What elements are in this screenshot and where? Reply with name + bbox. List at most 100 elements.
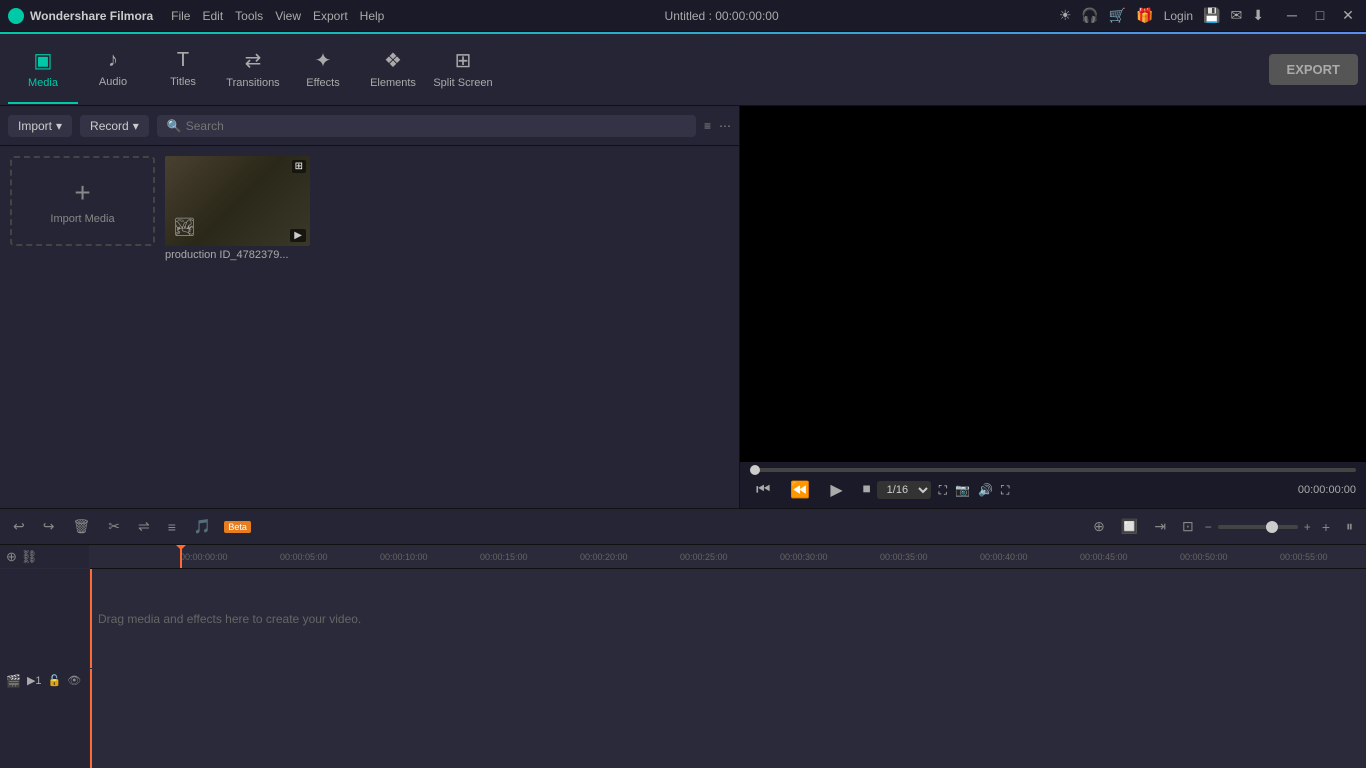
- delete-button[interactable]: 🗑: [67, 516, 95, 537]
- record-button[interactable]: Record ▾: [80, 115, 149, 137]
- link-icon[interactable]: ⛓: [21, 549, 38, 565]
- toolbar-transitions[interactable]: ⇄ Transitions: [218, 36, 288, 104]
- timeline-right: 00:00:00:00 00:00:05:00 00:00:10:00 00:0…: [90, 545, 1366, 768]
- video-eye-icon[interactable]: 👁: [67, 674, 81, 687]
- filter-icon[interactable]: ≡: [704, 119, 711, 133]
- ruler-tick-2: 00:00:10:00: [380, 552, 480, 562]
- zoom-plus-icon[interactable]: +: [1304, 520, 1311, 534]
- menu-export[interactable]: Export: [313, 9, 348, 23]
- redo-button[interactable]: ↪: [38, 516, 60, 537]
- video-playhead-line: [90, 569, 92, 668]
- import-media-label: Import Media: [50, 213, 114, 225]
- maximize-button[interactable]: □: [1310, 7, 1330, 24]
- video-track-label: ▶1: [27, 674, 42, 687]
- ripple-button[interactable]: ≡: [163, 517, 181, 537]
- audio-button[interactable]: 🎵: [189, 516, 216, 537]
- video-track-icon: 🎬: [6, 674, 21, 688]
- toolbar-titles[interactable]: T Titles: [148, 36, 218, 104]
- ruler-tick-11: 00:00:55:00: [1280, 552, 1366, 562]
- save-icon[interactable]: 💾: [1203, 7, 1220, 24]
- speed-selector[interactable]: 1/16: [877, 481, 931, 499]
- import-media-placeholder[interactable]: + Import Media: [10, 156, 155, 246]
- login-button[interactable]: Login: [1164, 9, 1193, 23]
- crop-icon[interactable]: ⊡: [1177, 516, 1199, 537]
- download-icon[interactable]: ⬇: [1252, 7, 1264, 24]
- menu-view[interactable]: View: [275, 9, 301, 23]
- timeline-playhead[interactable]: [180, 545, 182, 568]
- mix-icon[interactable]: ⇥: [1149, 516, 1171, 537]
- track-settings-icon[interactable]: 🔲: [1116, 516, 1143, 537]
- effects-icon: ✦: [315, 48, 332, 73]
- close-button[interactable]: ✕: [1338, 7, 1358, 24]
- record-chevron-icon: ▾: [133, 119, 139, 133]
- ruler-tick-9: 00:00:45:00: [1080, 552, 1180, 562]
- media-item-badge: ⊞: [292, 160, 306, 173]
- play-button[interactable]: ▶: [824, 478, 848, 502]
- video-lock-icon[interactable]: 🔓: [48, 674, 62, 687]
- export-button[interactable]: EXPORT: [1269, 54, 1358, 85]
- audio-playhead-line: [90, 669, 92, 768]
- headphone-icon[interactable]: 🎧: [1081, 7, 1098, 24]
- preview-video: [740, 106, 1366, 462]
- add-to-timeline-icon[interactable]: ⊕: [6, 549, 17, 565]
- fullscreen-icon[interactable]: ⛶: [939, 483, 947, 498]
- menu-file[interactable]: File: [171, 9, 190, 23]
- menu-tools[interactable]: Tools: [235, 9, 263, 23]
- split-screen-icon: ⊞: [455, 48, 472, 73]
- expand-icon[interactable]: ⛶: [1001, 483, 1009, 498]
- app-logo: [8, 8, 24, 24]
- zoom-minus-icon[interactable]: −: [1205, 520, 1212, 534]
- sun-icon[interactable]: ☀: [1059, 7, 1072, 24]
- app-name: Wondershare Filmora: [30, 9, 153, 23]
- ruler-tick-4: 00:00:20:00: [580, 552, 680, 562]
- ruler-tick-8: 00:00:40:00: [980, 552, 1080, 562]
- menu-help[interactable]: Help: [360, 9, 385, 23]
- media-toolbar: Import ▾ Record ▾ 🔍 ≡ ⋯: [0, 106, 739, 146]
- menu-bar: File Edit Tools View Export Help: [171, 9, 384, 23]
- search-input[interactable]: [186, 119, 686, 133]
- stop-button[interactable]: ⏹: [857, 479, 877, 501]
- playback-row: ⏮ ⏪ ▶ ⏹ 1/16 ⛶ 📷 🔊 ⛶ 00:00:00:00: [750, 478, 1356, 502]
- step-back-button[interactable]: ⏮: [750, 479, 776, 501]
- gift-icon[interactable]: 🎁: [1136, 7, 1153, 24]
- toolbar-split-screen[interactable]: ⊞ Split Screen: [428, 36, 498, 104]
- toolbar-elements[interactable]: ❖ Elements: [358, 36, 428, 104]
- zoom-slider[interactable]: [1218, 525, 1298, 529]
- toolbar-media[interactable]: ▣ Media: [8, 36, 78, 104]
- toolbar-effects[interactable]: ✦ Effects: [288, 36, 358, 104]
- grid-icon[interactable]: ⋯: [719, 119, 731, 133]
- media-content: + Import Media 🏞 ⊞ ▶ production ID_47823…: [0, 146, 739, 508]
- ruler-tick-3: 00:00:15:00: [480, 552, 580, 562]
- playback-right: 1/16 ⛶ 📷 🔊 ⛶: [877, 481, 1010, 499]
- add-track-button[interactable]: +: [1317, 517, 1335, 537]
- snapshot-icon[interactable]: ⊕: [1088, 516, 1110, 537]
- video-track-drag-hint: Drag media and effects here to create yo…: [98, 612, 361, 626]
- toolbar-audio[interactable]: ♪ Audio: [78, 36, 148, 104]
- mail-icon[interactable]: ✉: [1231, 7, 1243, 24]
- import-button[interactable]: Import ▾: [8, 115, 72, 137]
- screenshot-icon[interactable]: 📷: [955, 483, 970, 497]
- timeline-pause-button[interactable]: ⏸: [1341, 516, 1358, 537]
- import-chevron-icon: ▾: [56, 119, 62, 133]
- cart-icon[interactable]: 🛒: [1109, 7, 1126, 24]
- transitions-icon: ⇄: [245, 48, 262, 73]
- audio-track-content[interactable]: [90, 669, 1366, 768]
- titles-icon: T: [177, 49, 189, 72]
- preview-progress-bar[interactable]: [750, 468, 1356, 472]
- undo-button[interactable]: ↩: [8, 516, 30, 537]
- minimize-button[interactable]: ─: [1282, 7, 1302, 24]
- titlebar-left: Wondershare Filmora File Edit Tools View…: [8, 8, 384, 24]
- media-item-0[interactable]: 🏞 ⊞ ▶ production ID_4782379...: [165, 156, 310, 261]
- menu-edit[interactable]: Edit: [202, 9, 223, 23]
- audio-icon: ♪: [108, 49, 118, 72]
- scissors-button[interactable]: ✂: [103, 516, 125, 537]
- adjust-button[interactable]: ⇌: [133, 516, 155, 537]
- prev-frame-button[interactable]: ⏪: [784, 478, 816, 502]
- search-box[interactable]: 🔍: [157, 115, 696, 137]
- project-title: Untitled : 00:00:00:00: [665, 9, 779, 23]
- video-track-controls: 🎬 ▶1 🔓 👁: [0, 569, 90, 768]
- video-track-content[interactable]: Drag media and effects here to create yo…: [90, 569, 1366, 669]
- timeline-toolbar: ↩ ↪ 🗑 ✂ ⇌ ≡ 🎵 Beta ⊕ 🔲 ⇥ ⊡ − + + ⏸: [0, 509, 1366, 545]
- timeline: ↩ ↪ 🗑 ✂ ⇌ ≡ 🎵 Beta ⊕ 🔲 ⇥ ⊡ − + + ⏸ ⊕ ⛓: [0, 508, 1366, 768]
- volume-icon[interactable]: 🔊: [978, 483, 993, 497]
